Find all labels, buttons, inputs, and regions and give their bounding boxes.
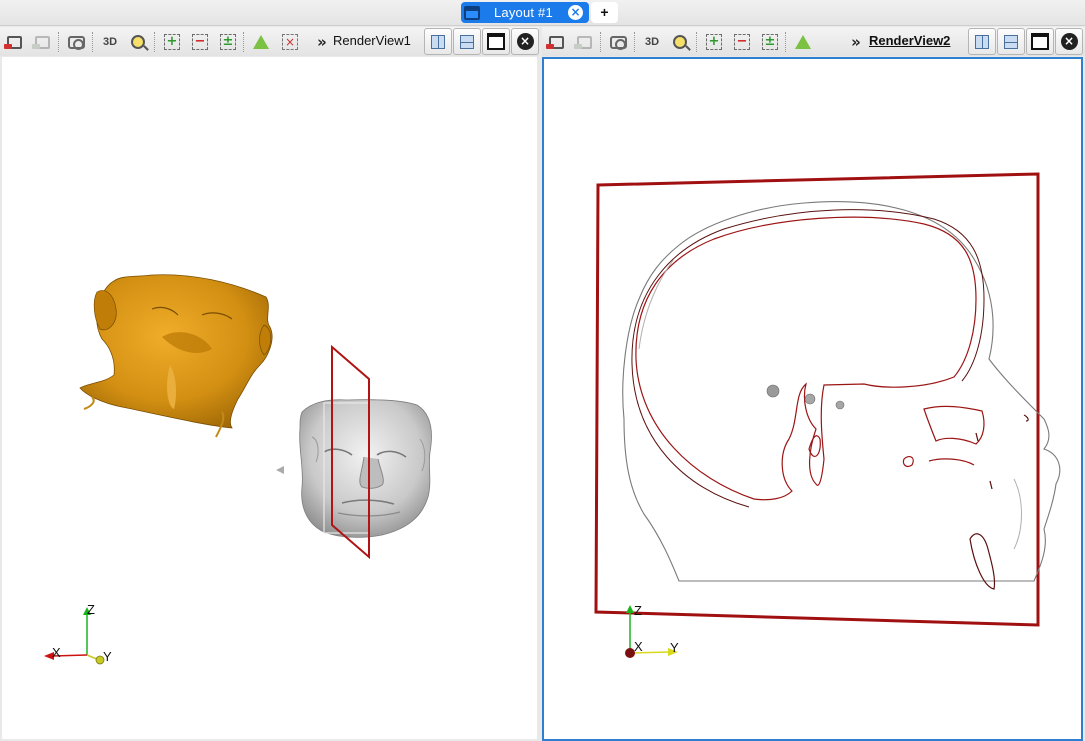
split-vertical-button[interactable] <box>453 28 481 55</box>
render-pane-2: 3D + − ± » RenderView2 × Z X Y <box>542 27 1085 741</box>
toggle-3d-label: 3D <box>644 36 660 48</box>
orientation-axes-2: Z X Y <box>625 603 679 658</box>
reset-camera-closest-icon <box>31 35 50 49</box>
more-tools-button[interactable]: » <box>311 31 333 53</box>
reset-camera-closest-icon <box>573 35 592 49</box>
more-tools-button[interactable]: » <box>845 31 867 53</box>
close-view-button[interactable]: × <box>1055 28 1083 55</box>
toggle-3d-button[interactable]: 3D <box>641 31 663 53</box>
reset-camera-icon <box>3 35 22 49</box>
orientation-glyph <box>276 466 284 474</box>
reset-camera-closest-button[interactable] <box>573 31 595 53</box>
capture-screenshot-button[interactable] <box>65 31 87 53</box>
axis-z-label: Z <box>634 603 642 618</box>
render-view-2-canvas[interactable]: Z X Y <box>542 57 1083 741</box>
render-pane-1: 3D + − ± × » RenderView1 × Z X Y <box>0 27 539 741</box>
add-tab-button[interactable]: + <box>591 2 618 23</box>
axis-y-label: Y <box>670 640 679 655</box>
reset-camera-icon <box>545 35 564 49</box>
select-cells-icon: + <box>164 34 180 50</box>
zoom-to-data-button[interactable] <box>669 31 691 53</box>
split-horizontal-button[interactable] <box>424 28 452 55</box>
view-toolbar-2: 3D + − ± » RenderView2 × <box>542 27 1085 56</box>
tab-layout-1[interactable]: Layout #1 × <box>461 2 589 23</box>
split-vertical-icon <box>460 34 474 49</box>
layout-tab-bar: Layout #1 × + <box>0 0 1085 26</box>
bone-contour <box>638 258 1022 550</box>
select-cells-on-button[interactable]: + <box>161 31 183 53</box>
select-cells-icon: + <box>706 34 722 50</box>
split-vertical-icon <box>1004 34 1018 49</box>
skull-inner-contour <box>635 216 985 501</box>
zoom-to-data-button[interactable] <box>127 31 149 53</box>
bone-surface-3d <box>299 399 432 538</box>
axis-x-label: X <box>634 639 643 654</box>
toolbar-separator <box>600 32 601 52</box>
skin-surface-3d <box>79 274 273 438</box>
tab-label: Layout #1 <box>494 5 553 20</box>
zoom-to-data-icon <box>131 35 145 49</box>
deselect-icon: − <box>734 34 750 50</box>
paraview-app: Layout #1 × + 3D + − ± × » RenderView1 ×… <box>0 0 1085 741</box>
capture-screenshot-button[interactable] <box>607 31 629 53</box>
interactive-select-icon <box>253 35 269 49</box>
maximize-button[interactable] <box>1026 28 1054 55</box>
view-toolbar-1: 3D + − ± × » RenderView1 × <box>0 27 539 56</box>
more-tools-icon: » <box>317 33 327 51</box>
select-cells-through-button[interactable]: ± <box>759 31 781 53</box>
camera-icon <box>67 35 85 50</box>
interactive-select-button[interactable] <box>250 31 272 53</box>
orientation-axes-1: Z X Y <box>44 602 112 665</box>
layout-window-icon <box>464 5 480 20</box>
toggle-3d-label: 3D <box>102 36 118 48</box>
view-title: RenderView2 <box>869 33 951 48</box>
maximize-icon <box>487 33 505 50</box>
split-horizontal-icon <box>975 34 989 49</box>
toolbar-separator <box>243 32 244 52</box>
split-vertical-button[interactable] <box>997 28 1025 55</box>
interactive-select-button[interactable] <box>792 31 814 53</box>
camera-icon <box>609 35 627 50</box>
render-view-2-scene: Z X Y <box>594 172 1061 658</box>
maximize-icon <box>1031 33 1049 50</box>
reset-camera-button[interactable] <box>545 31 567 53</box>
reset-camera-closest-button[interactable] <box>31 31 53 53</box>
toggle-3d-button[interactable]: 3D <box>99 31 121 53</box>
zoom-to-data-icon <box>673 35 687 49</box>
toolbar-separator <box>696 32 697 52</box>
axis-z-label: Z <box>87 602 95 617</box>
split-horizontal-icon <box>431 34 445 49</box>
clear-selection-icon: × <box>282 34 298 50</box>
close-view-button[interactable]: × <box>511 28 539 55</box>
select-points-on-button[interactable]: − <box>731 31 753 53</box>
axis-y-label: Y <box>103 649 112 664</box>
select-through-icon: ± <box>220 34 236 50</box>
toolbar-separator <box>154 32 155 52</box>
select-through-icon: ± <box>762 34 778 50</box>
toolbar-separator <box>58 32 59 52</box>
skin-contour <box>622 201 1061 582</box>
deselect-icon: − <box>192 34 208 50</box>
close-icon: × <box>516 33 534 50</box>
axis-x-label: X <box>52 645 61 660</box>
interactive-select-icon <box>795 35 811 49</box>
render-view-1-scene: Z X Y <box>44 274 432 665</box>
select-cells-on-button[interactable]: + <box>703 31 725 53</box>
view-title: RenderView1 <box>333 33 411 48</box>
reset-camera-button[interactable] <box>3 31 25 53</box>
tab-close-icon[interactable]: × <box>568 5 583 20</box>
close-icon: × <box>1060 33 1078 50</box>
more-tools-icon: » <box>851 33 861 51</box>
render-view-1-canvas[interactable]: Z X Y <box>2 57 537 739</box>
maximize-button[interactable] <box>482 28 510 55</box>
select-points-on-button[interactable]: − <box>189 31 211 53</box>
slice-frame-outline <box>594 172 1040 627</box>
toolbar-separator <box>785 32 786 52</box>
clear-selection-button[interactable]: × <box>279 31 301 53</box>
toolbar-separator <box>92 32 93 52</box>
select-cells-through-button[interactable]: ± <box>217 31 239 53</box>
toolbar-separator <box>634 32 635 52</box>
split-horizontal-button[interactable] <box>968 28 996 55</box>
